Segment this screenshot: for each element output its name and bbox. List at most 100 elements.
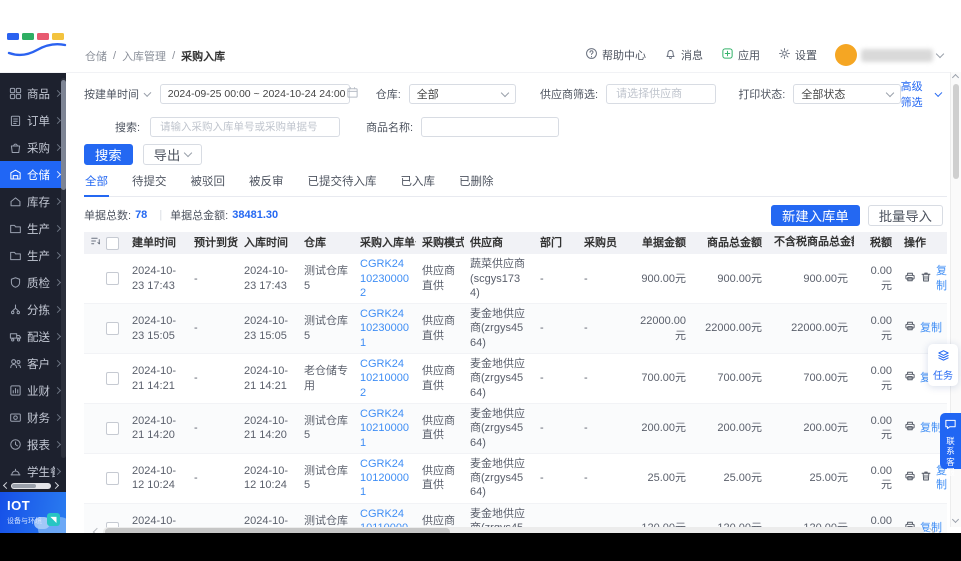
create-inbound-button[interactable]: 新建入库单 [771, 205, 860, 226]
tab-3[interactable]: 被反审 [248, 169, 285, 196]
column-header[interactable]: 预计到货时间 [188, 232, 238, 254]
tab-5[interactable]: 已入库 [400, 169, 437, 196]
sidebar-item-delivery[interactable]: 配送 [0, 323, 66, 350]
column-header[interactable]: 建单时间 [126, 232, 188, 254]
tab-6[interactable]: 已删除 [458, 169, 495, 196]
scroll-down-icon[interactable] [952, 516, 959, 523]
scroll-left-icon[interactable] [93, 527, 101, 533]
column-header[interactable]: 税额 [854, 232, 898, 254]
advanced-filter-link[interactable]: 高级筛选 [901, 78, 941, 110]
table-cell: 2024-10-21 14:20 [126, 403, 188, 453]
iot-banner[interactable]: IOT 设备与环境 ◥ [0, 492, 66, 533]
scroll-up-icon[interactable] [952, 74, 959, 81]
row-checkbox[interactable] [106, 422, 119, 435]
table-cell: 蔬菜供应商(scgys1734) [464, 254, 534, 303]
table-body: 2024-10-23 17:43-2024-10-23 17:43测试仓库5CG… [84, 254, 947, 533]
export-button[interactable]: 导出 [143, 144, 203, 165]
tab-1[interactable]: 待提交 [131, 169, 168, 196]
column-header[interactable]: 操作 [898, 232, 947, 254]
column-header[interactable]: 不含税商品总金额 [768, 232, 854, 254]
sidebar-item-sorting[interactable]: 分拣 [0, 296, 66, 323]
sidebar-item-customer[interactable]: 客户 [0, 350, 66, 377]
iot-title: IOT [7, 498, 30, 513]
row-checkbox[interactable] [106, 272, 119, 285]
search-input-field[interactable] [158, 120, 332, 134]
copy-button[interactable]: 复制 [920, 421, 942, 435]
breadcrumb-item[interactable]: 仓储 [85, 48, 107, 64]
customer-service-button[interactable]: 联系客服 [940, 413, 961, 469]
sidebar-item-bizfinance[interactable]: 业财 [0, 377, 66, 404]
print-button[interactable] [904, 320, 916, 336]
chevron-right-icon [54, 171, 61, 178]
messages-button[interactable]: 消息 [664, 47, 703, 63]
column-header[interactable]: 仓库 [298, 232, 354, 254]
supplier-input-field[interactable] [614, 87, 708, 101]
select-all-checkbox[interactable] [106, 237, 119, 250]
row-checkbox[interactable] [106, 472, 119, 485]
bulk-import-button[interactable]: 批量导入 [868, 205, 943, 226]
scroll-right-icon[interactable] [926, 527, 934, 533]
column-header[interactable]: 单据金额 [628, 232, 692, 254]
avatar[interactable] [835, 44, 857, 66]
order-no-link[interactable]: CGRK24102300001 [360, 308, 409, 349]
settings-button[interactable]: 设置 [778, 47, 817, 63]
column-header[interactable]: 商品总金额 [692, 232, 768, 254]
sidebar-item-purchase[interactable]: 采购 [0, 134, 66, 161]
apps-button[interactable]: 应用 [721, 47, 760, 63]
column-header[interactable]: 入库时间 [238, 232, 298, 254]
print-button[interactable] [904, 470, 916, 486]
print-status-select[interactable]: 全部状态 [793, 84, 900, 104]
column-header[interactable]: 供应商 [464, 232, 534, 254]
sidebar-item-production[interactable]: 生产 [0, 242, 66, 269]
search-input[interactable] [150, 117, 340, 137]
product-name-input[interactable] [421, 117, 559, 137]
scroll-right-icon[interactable] [52, 482, 59, 489]
tasks-floating-button[interactable]: 任务 [928, 344, 958, 386]
delete-button[interactable] [920, 470, 932, 486]
print-button[interactable] [904, 420, 916, 436]
print-button[interactable] [904, 370, 916, 386]
sidebar-item-finance[interactable]: 财务 [0, 404, 66, 431]
row-checkbox[interactable] [106, 372, 119, 385]
delete-button[interactable] [920, 271, 932, 287]
supplier-input[interactable] [606, 84, 716, 104]
help-center-button[interactable]: 帮助中心 [585, 47, 646, 63]
order-no-link[interactable]: CGRK24101200001 [360, 458, 409, 499]
copy-button[interactable]: 复制 [920, 321, 942, 335]
product-name-field[interactable] [429, 120, 551, 134]
sidebar-item-order[interactable]: 订单 [0, 107, 66, 134]
warehouse-select[interactable]: 全部 [409, 84, 516, 104]
time-type-select[interactable]: 按建单时间 [84, 86, 139, 102]
order-no-link[interactable]: CGRK24102100001 [360, 408, 409, 449]
user-menu[interactable] [835, 44, 943, 66]
sidebar-item-production[interactable]: 生产 [0, 215, 66, 242]
order-no-link[interactable]: CGRK24102300002 [360, 258, 409, 299]
print-button[interactable] [904, 271, 916, 287]
date-range-input[interactable]: 2024-09-25 00:00 ~ 2024-10-24 24:00 [160, 84, 350, 104]
sidebar-item-report[interactable]: 报表 [0, 431, 66, 458]
copy-button[interactable]: 复制 [936, 264, 947, 293]
horizontal-scrollbar[interactable] [94, 526, 933, 533]
tab-4[interactable]: 已提交待入库 [307, 169, 378, 196]
sidebar-scrollbar[interactable] [61, 78, 66, 458]
sidebar-item-warehouse[interactable]: 仓储 [0, 161, 66, 188]
order-no-link[interactable]: CGRK24102100002 [360, 358, 409, 399]
tab-0[interactable]: 全部 [84, 169, 109, 197]
sidebar-item-quality[interactable]: 质检 [0, 269, 66, 296]
sidebar-item-meal[interactable]: 学生餐 [0, 458, 66, 485]
column-header[interactable]: 采购模式 [416, 232, 464, 254]
column-header[interactable]: 采购入库单号 [354, 232, 416, 254]
table-cell: 0.00元 [854, 403, 898, 453]
column-header[interactable]: 采购员 [578, 232, 628, 254]
sidebar-hscrollbar[interactable] [4, 482, 58, 489]
scroll-left-icon[interactable] [3, 482, 10, 489]
tab-2[interactable]: 被驳回 [190, 169, 227, 196]
search-button[interactable]: 搜索 [84, 144, 133, 165]
breadcrumb-item[interactable]: 入库管理 [122, 48, 166, 64]
sidebar-item-inventory[interactable]: 库存 [0, 188, 66, 215]
scrollbar-thumb[interactable] [953, 84, 959, 179]
row-checkbox[interactable] [106, 322, 119, 335]
sidebar-item-goods[interactable]: 商品 [0, 80, 66, 107]
scrollbar-thumb[interactable] [105, 528, 450, 534]
column-header[interactable]: 部门 [534, 232, 578, 254]
